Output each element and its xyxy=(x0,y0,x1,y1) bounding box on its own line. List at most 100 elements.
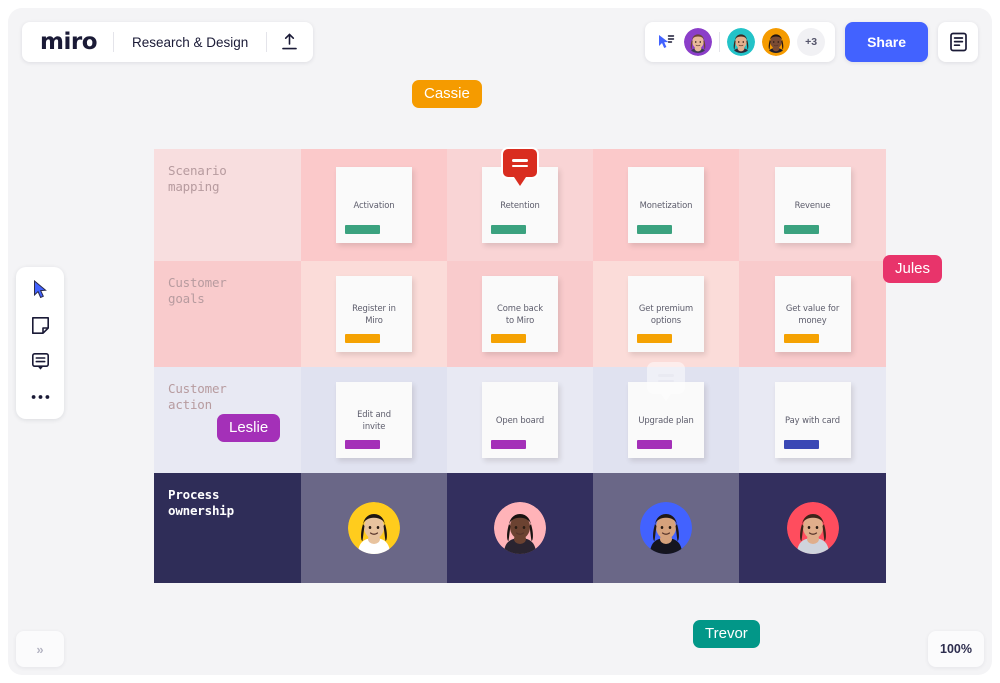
matrix-row-header: Customer goals xyxy=(154,261,301,367)
sticky-note[interactable]: Open board xyxy=(482,382,558,458)
avatar-face xyxy=(647,508,685,554)
sticky-note-text: Monetization xyxy=(640,199,693,211)
sticky-note-text-line: Miro xyxy=(365,315,383,325)
matrix-cell[interactable] xyxy=(593,473,739,583)
share-button[interactable]: Share xyxy=(845,22,928,62)
sticky-note[interactable]: Get premium options xyxy=(628,276,704,352)
owner-avatar-1[interactable] xyxy=(348,502,400,554)
comment-badge[interactable] xyxy=(501,147,539,179)
sticky-note-text: Activation xyxy=(354,199,395,211)
sticky-note[interactable]: Revenue xyxy=(774,167,851,243)
upload-icon xyxy=(282,33,297,50)
cursor-label-trevor: Trevor xyxy=(681,620,760,649)
select-tool[interactable] xyxy=(23,277,57,301)
sticky-note-text-line: invite xyxy=(362,421,386,431)
sticky-note-progress-bar xyxy=(491,334,526,343)
row-label-line: Customer xyxy=(168,381,227,396)
collaborator-avatar[interactable] xyxy=(727,28,756,56)
sticky-note[interactable]: Upgrade plan xyxy=(628,362,704,458)
sticky-note-text: Edit and invite xyxy=(357,408,391,432)
sticky-note-text-line: Get premium xyxy=(638,303,694,313)
sticky-note[interactable]: Get value for money xyxy=(774,276,851,352)
cursor-label-cassie: Cassie xyxy=(412,80,482,109)
owner-avatar-2[interactable] xyxy=(494,502,546,554)
sticky-note-text: Get premium options xyxy=(639,302,693,326)
journey-matrix: Scenario mapping Activation Retention Moneti… xyxy=(154,147,886,583)
sticky-note[interactable]: Activation xyxy=(336,167,412,243)
matrix-cell[interactable]: Edit and invite xyxy=(301,367,447,473)
sticky-note[interactable]: Retention xyxy=(482,147,558,243)
matrix-cell[interactable]: Revenue xyxy=(739,149,886,261)
matrix-cell[interactable] xyxy=(447,473,593,583)
matrix-cell[interactable]: Get value for money xyxy=(739,261,886,367)
sticky-note-icon xyxy=(31,316,49,334)
matrix-cell[interactable]: Get premium options xyxy=(593,261,739,367)
sticky-note[interactable]: Pay with card xyxy=(774,382,851,458)
sticky-note[interactable]: Edit and invite xyxy=(336,382,412,458)
board-title[interactable]: Research & Design xyxy=(114,35,266,50)
sticky-note-text-line: Pay with card xyxy=(785,415,840,425)
zoom-level-button[interactable]: 100% xyxy=(928,631,984,667)
follow-cursor-button[interactable] xyxy=(655,31,677,53)
sticky-note[interactable]: Monetization xyxy=(628,167,704,243)
top-right-controls: +3 Share xyxy=(645,22,978,62)
board-canvas[interactable]: Scenario mapping Activation Retention Moneti… xyxy=(8,8,992,675)
chevron-double-right-icon: » xyxy=(36,641,44,657)
sticky-note-progress-bar xyxy=(637,334,672,343)
cursor-label-jules: Jules xyxy=(883,255,943,284)
matrix-cell[interactable]: Open board xyxy=(447,367,593,473)
notes-panel-button[interactable] xyxy=(938,22,978,62)
sticky-note-text: Get value for money xyxy=(786,302,839,326)
matrix-cell[interactable]: Upgrade plan xyxy=(593,362,739,473)
sticky-note-text: Come back to Miro xyxy=(497,302,543,326)
sticky-note-text-line: Open board xyxy=(495,415,545,425)
matrix-cell[interactable]: Monetization xyxy=(593,149,739,261)
collaborators-bar: +3 xyxy=(645,22,836,62)
sticky-note[interactable]: Register in Miro xyxy=(336,276,412,352)
sticky-note-text-line: Monetization xyxy=(639,200,693,210)
left-toolbar xyxy=(16,267,64,419)
cursor-chip-trevor: Trevor xyxy=(693,620,760,649)
more-collaborators-badge[interactable]: +3 xyxy=(797,28,826,56)
collaborator-avatar[interactable] xyxy=(762,28,791,56)
sticky-note-text: Register in Miro xyxy=(352,302,396,326)
matrix-cell[interactable]: Pay with card xyxy=(739,367,886,473)
sticky-note-tool[interactable] xyxy=(23,313,57,337)
sticky-note[interactable]: Come back to Miro xyxy=(482,276,558,352)
sticky-note-text-line: Get value for xyxy=(785,303,840,313)
sticky-note-text-line: Upgrade plan xyxy=(638,415,694,425)
more-tools-button[interactable] xyxy=(23,385,57,409)
matrix-cell[interactable]: Come back to Miro xyxy=(447,261,593,367)
avatar-face xyxy=(355,508,393,554)
comment-line xyxy=(512,164,528,168)
sticky-note-progress-bar xyxy=(783,225,819,234)
comment-line xyxy=(658,379,674,383)
owner-avatar-4[interactable] xyxy=(786,502,839,554)
sticky-note-progress-bar xyxy=(345,225,380,234)
sticky-note-text-line: to Miro xyxy=(505,315,535,325)
sticky-note-text-line: Edit and xyxy=(357,409,391,419)
sticky-note-text-line: options xyxy=(650,315,682,325)
matrix-cell[interactable] xyxy=(301,473,447,583)
expand-panel-button[interactable]: » xyxy=(16,631,64,667)
owner-avatar-3[interactable] xyxy=(640,502,692,554)
matrix-row-header: Process ownership xyxy=(154,473,301,583)
matrix-cell[interactable]: Retention xyxy=(447,147,593,261)
comment-tool[interactable] xyxy=(23,349,57,373)
sticky-note-text: Open board xyxy=(496,414,544,426)
sticky-note-text: Pay with card xyxy=(785,414,840,426)
miro-logo[interactable]: miro xyxy=(24,30,113,54)
sticky-note-progress-bar xyxy=(345,334,380,343)
matrix-cell[interactable] xyxy=(739,473,886,583)
sticky-note-text-line: Activation xyxy=(353,200,395,210)
matrix-cell[interactable]: Register in Miro xyxy=(301,261,447,367)
comment-icon xyxy=(31,352,49,370)
comment-line xyxy=(658,373,674,377)
sticky-note-progress-bar xyxy=(783,334,819,343)
comment-badge-placeholder[interactable] xyxy=(647,362,685,394)
cursor-chip-leslie: Leslie xyxy=(217,414,281,443)
upload-button[interactable] xyxy=(267,22,311,62)
matrix-cell[interactable]: Activation xyxy=(301,149,447,261)
row-label-line: goals xyxy=(168,291,205,306)
collaborator-avatar[interactable] xyxy=(684,28,713,56)
